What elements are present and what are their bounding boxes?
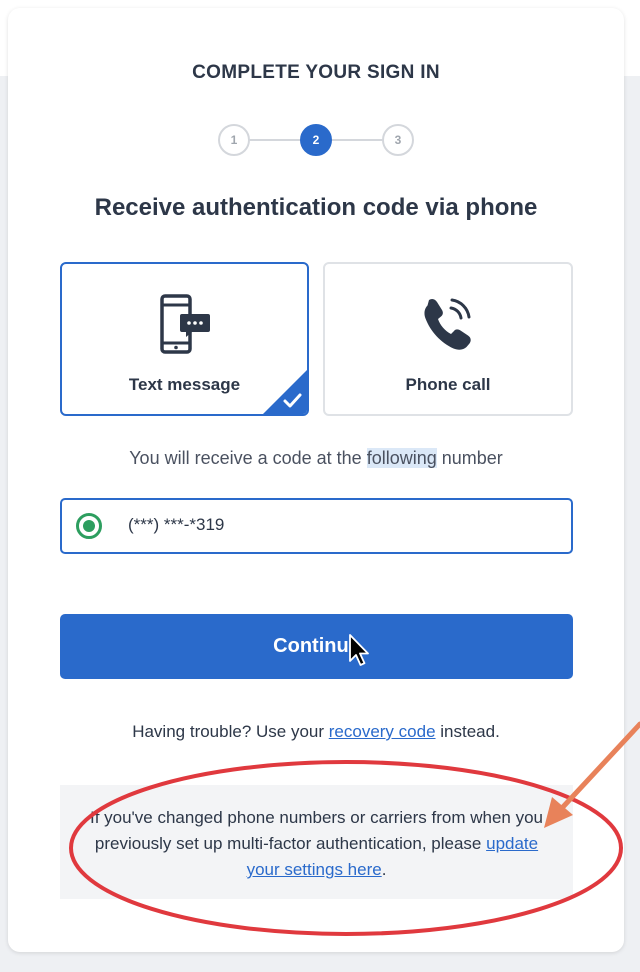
info-text-end: number (436, 448, 503, 468)
mouse-pointer-icon (348, 633, 372, 674)
trouble-prefix: Having trouble? Use your (132, 722, 329, 741)
selected-check-icon (263, 370, 307, 414)
recovery-code-link[interactable]: recovery code (329, 722, 436, 741)
trouble-suffix: instead. (435, 722, 500, 741)
page-title: COMPLETE YOUR SIGN IN (192, 62, 440, 83)
step-1: 1 (218, 124, 250, 156)
radio-selected[interactable] (76, 513, 102, 539)
notice-text: If you've changed phone numbers or carri… (89, 808, 544, 853)
method-heading: Receive authentication code via phone (94, 194, 538, 221)
masked-phone-number: (***) ***-*319 (128, 515, 225, 534)
trouble-text: Having trouble? Use your recovery code i… (0, 722, 632, 742)
notice-suffix: . (381, 860, 387, 879)
receive-code-info: You will receive a code at the following… (0, 448, 632, 469)
phone-ringing-icon (421, 294, 475, 355)
step-3: 3 (382, 124, 414, 156)
text-message-option[interactable]: Text message (60, 262, 309, 416)
step-2-active: 2 (300, 124, 332, 156)
phone-call-label: Phone call (405, 375, 491, 394)
continue-button[interactable]: Continue (60, 614, 573, 679)
phone-call-option[interactable]: Phone call (323, 262, 573, 416)
info-text: You will receive a code at the (129, 448, 367, 468)
progress-stepper: 1 2 3 (218, 124, 414, 156)
info-highlight: following (366, 448, 437, 468)
stepper-connector (248, 139, 300, 141)
carrier-change-notice: If you've changed phone numbers or carri… (60, 785, 573, 899)
stepper-connector (332, 139, 384, 141)
mobile-chat-icon (159, 294, 211, 363)
phone-number-option[interactable]: (***) ***-*319 (60, 498, 573, 554)
